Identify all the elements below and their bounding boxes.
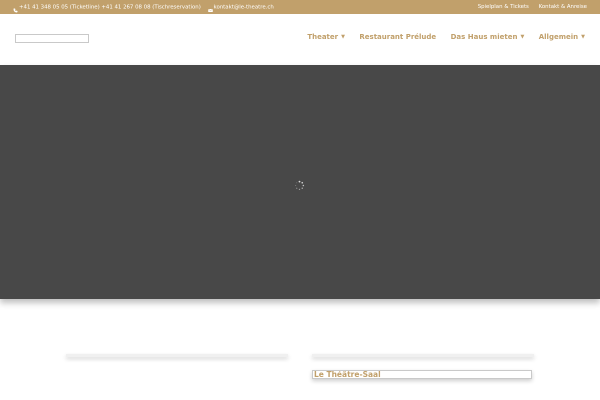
nav-item-label: Das Haus mieten: [450, 33, 518, 41]
loading-spinner-icon: [294, 176, 305, 191]
top-links: Spielplan & Tickets Kontakt & Anreise: [470, 0, 587, 14]
nav-item-haus-mieten[interactable]: Das Haus mieten ▼: [451, 33, 525, 41]
email-link[interactable]: kontakt@le-theatre.ch: [214, 4, 274, 10]
chevron-down-icon: ▼: [581, 34, 585, 40]
nav-item-restaurant[interactable]: Restaurant Prélude: [359, 33, 436, 41]
main-navigation: Theater ▼ Restaurant Prélude Das Haus mie…: [295, 33, 585, 41]
nav-item-label: Restaurant Prélude: [359, 33, 437, 41]
nav-item-allgemein[interactable]: Allgemein ▼: [539, 33, 585, 41]
site-logo[interactable]: [15, 34, 89, 43]
content-card-left: [66, 354, 288, 357]
chevron-down-icon: ▼: [520, 34, 525, 40]
top-link-tickets[interactable]: Spielplan & Tickets: [478, 4, 529, 10]
section-title[interactable]: Le Théâtre-Saal: [312, 370, 532, 379]
hero-section: [0, 65, 600, 299]
mail-icon: [207, 5, 213, 12]
nav-item-label: Allgemein: [538, 33, 579, 41]
nav-item-theater[interactable]: Theater ▼: [307, 33, 345, 41]
nav-item-label: Theater: [307, 33, 339, 41]
phone-icon: [13, 5, 18, 13]
top-info-bar: +41 41 348 05 05 (Ticketline) +41 41 267…: [0, 0, 600, 14]
top-link-contact[interactable]: Kontakt & Anreise: [539, 4, 587, 10]
content-card-right: [312, 354, 534, 357]
phone-numbers[interactable]: +41 41 348 05 05 (Ticketline) +41 41 267…: [19, 4, 201, 10]
site-header: Theater ▼ Restaurant Prélude Das Haus mie…: [0, 14, 600, 65]
contact-info: +41 41 348 05 05 (Ticketline) +41 41 267…: [13, 0, 274, 15]
chevron-down-icon: ▼: [341, 34, 345, 40]
